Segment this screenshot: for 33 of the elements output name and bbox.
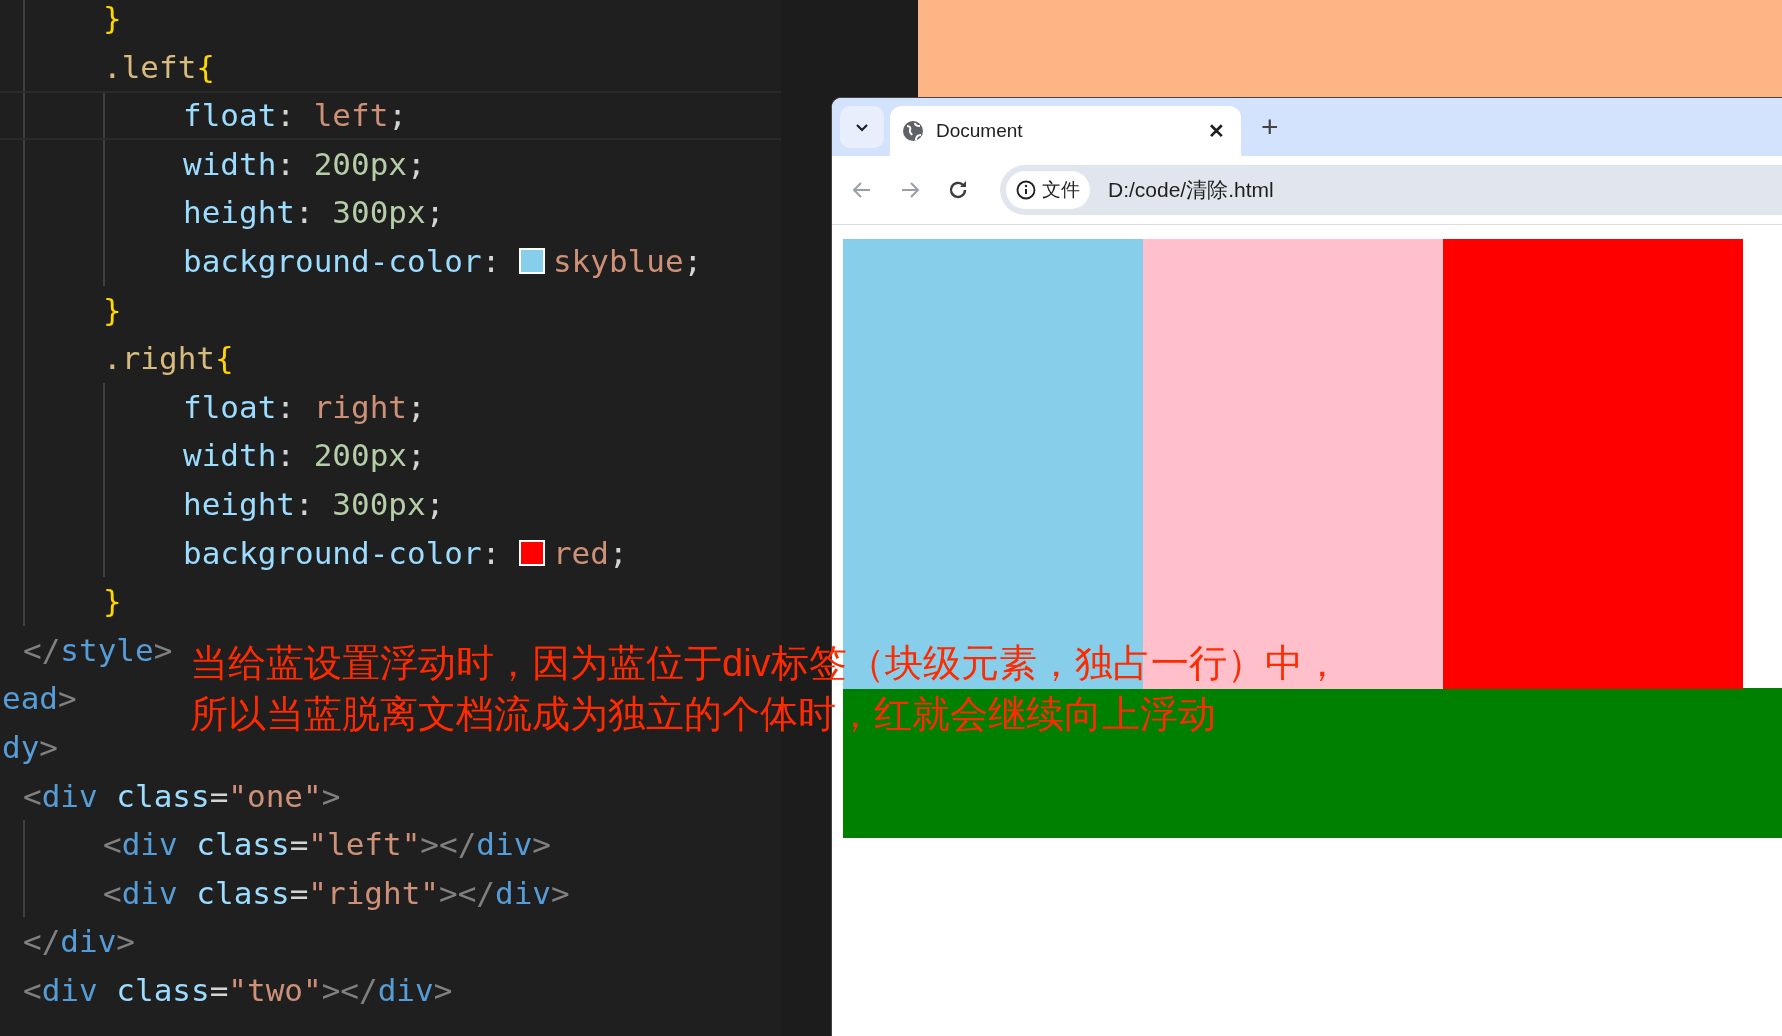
code-line: <div class="two"></div>: [23, 970, 453, 1010]
close-tab-button[interactable]: ✕: [1204, 116, 1229, 146]
code-line: }: [103, 290, 122, 330]
new-tab-button[interactable]: +: [1255, 112, 1285, 142]
code-line: width: 200px;: [183, 436, 426, 476]
code-line: background-color:: [183, 533, 502, 573]
browser-tab[interactable]: Document ✕: [890, 106, 1241, 156]
code-line: height: 300px;: [183, 193, 445, 233]
code-line: ead>: [2, 679, 77, 719]
code-line: dy>: [2, 727, 58, 767]
code-line: width: 200px;: [183, 144, 426, 184]
info-icon: [1016, 180, 1036, 200]
tab-title: Document: [936, 118, 1024, 143]
code-line: <div class="left"></div>: [103, 825, 551, 865]
code-line: .left{: [103, 47, 215, 87]
code-line: </div>: [23, 922, 135, 962]
code-line: float: right;: [183, 387, 426, 427]
code-line: red;: [552, 533, 628, 573]
globe-icon: [902, 120, 924, 142]
code-line: height: 300px;: [183, 484, 445, 524]
site-info-chip[interactable]: 文件: [1006, 171, 1090, 209]
code-line: }: [103, 582, 122, 622]
address-bar[interactable]: 文件 D:/code/清除.html: [1000, 165, 1782, 215]
code-line: }: [103, 0, 122, 38]
code-line: skyblue;: [552, 241, 703, 281]
code-line: </style>: [23, 630, 173, 670]
code-line: float: left;: [183, 96, 407, 136]
code-line: <div class="right"></div>: [103, 873, 570, 913]
code-line: .right{: [103, 339, 234, 379]
url-text: D:/code/清除.html: [1108, 177, 1274, 204]
code-line: <div class="one">: [23, 776, 341, 816]
file-badge-label: 文件: [1042, 177, 1080, 202]
code-line: background-color:: [183, 241, 502, 281]
